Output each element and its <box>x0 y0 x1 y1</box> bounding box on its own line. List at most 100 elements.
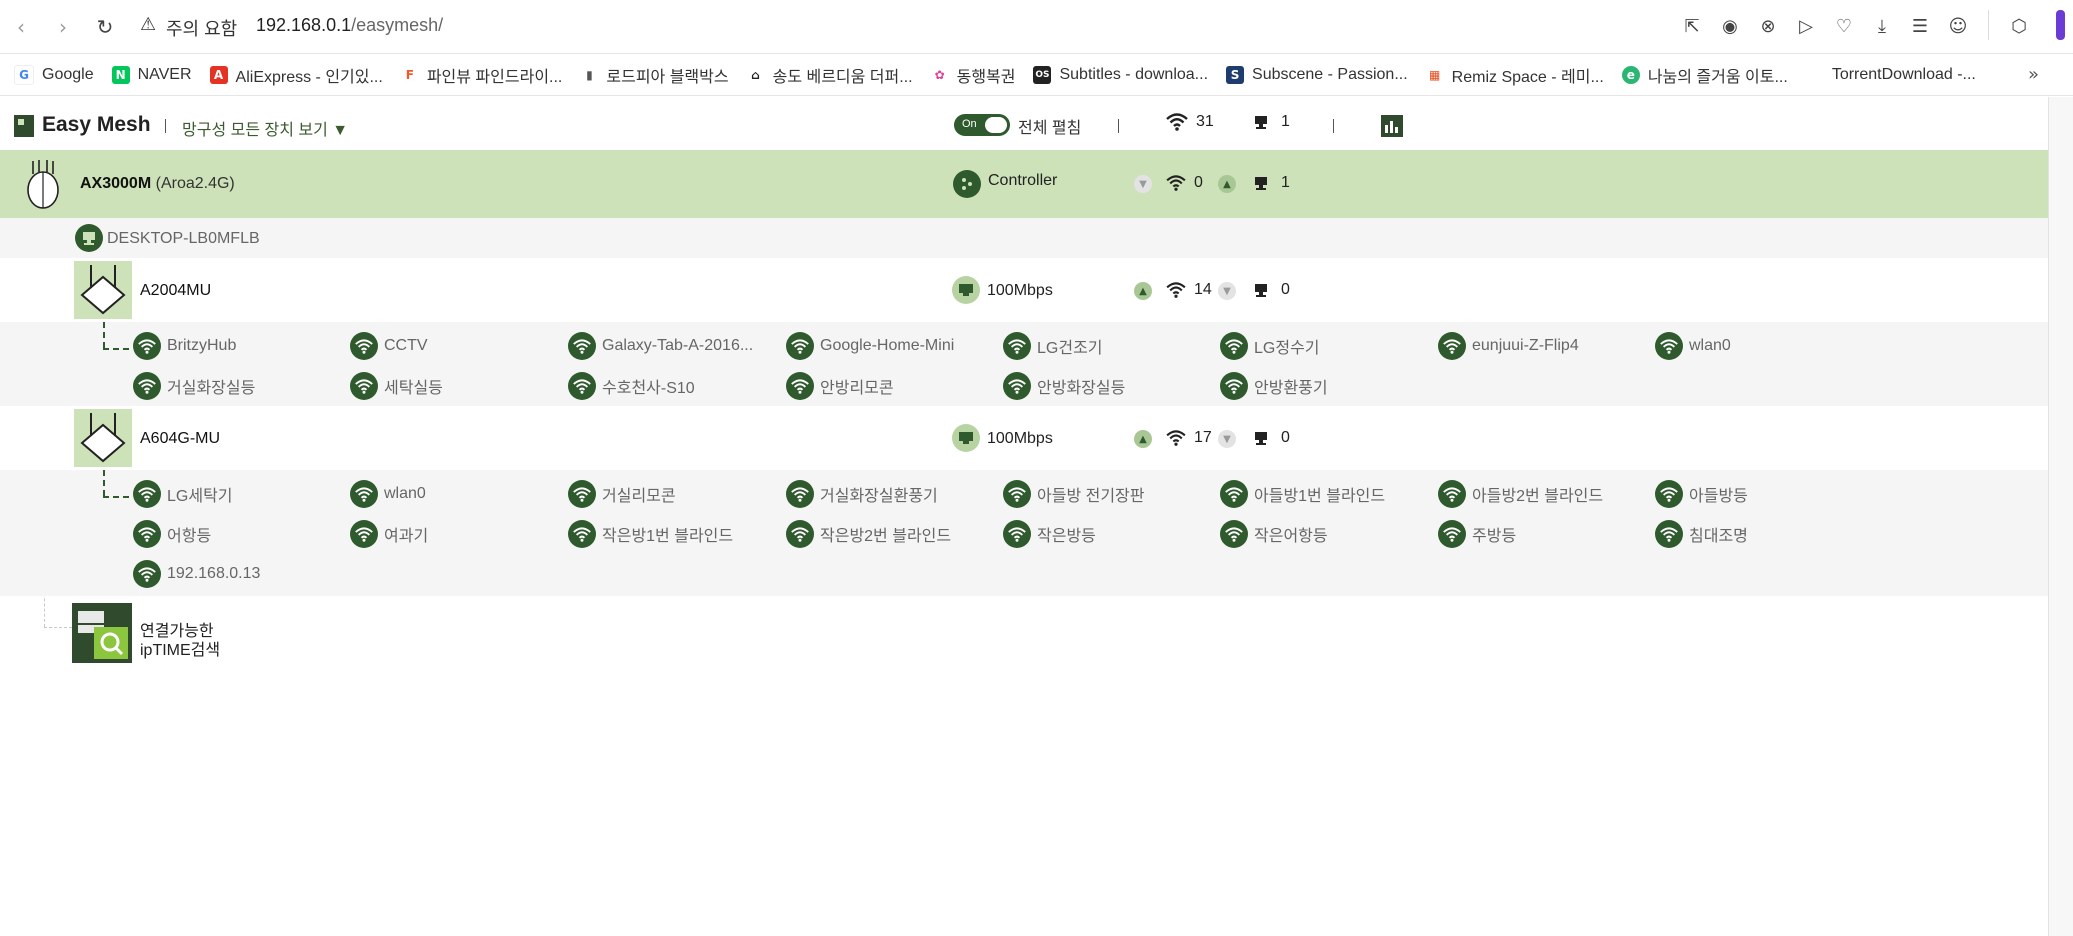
agent-row-a604g-mu[interactable]: A604G-MU 100Mbps ▲ 17 ▼ 0 <box>0 406 2048 470</box>
bookmark-remiz[interactable]: ▦ Remiz Space - 레미... <box>1426 63 1604 87</box>
wifi-client[interactable]: 작은어항등 <box>1220 520 1328 548</box>
wifi-client[interactable]: 침대조명 <box>1655 520 1748 548</box>
app-title: Easy Mesh <box>42 113 151 136</box>
bookmarks-overflow-icon[interactable]: » <box>2028 64 2039 85</box>
bookmark-verdium[interactable]: ⌂ 송도 베르디움 더퍼... <box>747 63 912 87</box>
wifi-client[interactable]: 192.168.0.13 <box>133 560 260 588</box>
statistics-chart-icon[interactable] <box>1381 115 1403 137</box>
share-icon[interactable]: ⇱ <box>1678 10 1706 42</box>
agent-row-a2004mu[interactable]: A2004MU 100Mbps ▲ 14 ▼ 0 <box>0 258 2048 322</box>
wifi-client-name: 거실화장실등 <box>167 380 256 397</box>
bookmark-google[interactable]: G Google <box>14 64 94 85</box>
wifi-client[interactable]: 안방환풍기 <box>1220 372 1328 400</box>
wifi-client-name: CCTV <box>384 337 428 354</box>
wifi-icon <box>1003 372 1031 400</box>
bookmark-aliexpress[interactable]: A AliExpress - 인기있... <box>209 63 383 87</box>
warning-icon[interactable]: ⚠ <box>140 14 156 35</box>
wifi-client[interactable]: 아들방등 <box>1655 480 1748 508</box>
view-all-devices-dropdown[interactable]: 망구성 모든 장치 보기 ▼ <box>182 116 348 140</box>
wifi-client-name: 여과기 <box>384 528 429 545</box>
expand-all-toggle[interactable]: On <box>954 114 1010 136</box>
controller-name[interactable]: AX3000M (Aroa2.4G) <box>80 175 235 193</box>
ethernet-icon <box>952 424 980 452</box>
controller-row[interactable]: AX3000M (Aroa2.4G) Controller ▼ 0 ▲ 1 <box>0 150 2048 218</box>
url-field[interactable]: 192.168.0.1/easymesh/ <box>256 15 443 36</box>
expand-arrow-icon[interactable]: ▲ <box>1134 282 1152 300</box>
wifi-client[interactable]: 여과기 <box>350 520 428 548</box>
agent-clients-a2004mu: BritzyHub CCTV Galaxy-Tab-A-2016... Google-… <box>0 322 2048 406</box>
wifi-client[interactable]: LG세탁기 <box>133 480 233 508</box>
wifi-client[interactable]: 작은방등 <box>1003 520 1096 548</box>
wifi-client[interactable]: BritzyHub <box>133 332 236 360</box>
wifi-client[interactable]: 어항등 <box>133 520 211 548</box>
bookmark-fineview[interactable]: F 파인뷰 파인드라이... <box>401 63 563 87</box>
wifi-client[interactable]: CCTV <box>350 332 428 360</box>
wired-client-row[interactable]: DESKTOP-LB0MFLB <box>0 218 2048 258</box>
expand-arrow-icon[interactable]: ▲ <box>1218 175 1236 193</box>
wifi-client[interactable]: 아들방 전기장판 <box>1003 480 1145 508</box>
controller-wifi-count: 0 <box>1194 174 1203 191</box>
expand-arrow-icon[interactable]: ▲ <box>1134 430 1152 448</box>
wifi-client[interactable]: wlan0 <box>1655 332 1731 360</box>
wifi-client[interactable]: Google-Home-Mini <box>786 332 954 360</box>
toggle-on-label: On <box>962 118 977 130</box>
bookmark-etoland[interactable]: e 나눔의 즐거움 이토... <box>1621 63 1788 87</box>
bookmark-label: AliExpress - 인기있... <box>235 68 383 86</box>
reload-icon[interactable]: ↻ <box>90 12 120 42</box>
wifi-client[interactable]: 작은방1번 블라인드 <box>568 520 733 548</box>
wifi-client-name: 192.168.0.13 <box>167 565 261 582</box>
wifi-client-name: 작은방등 <box>1037 528 1096 545</box>
page-scrollbar[interactable] <box>2048 97 2073 936</box>
blank-favicon <box>1806 66 1824 84</box>
download-icon[interactable]: ⤓ <box>1868 10 1896 42</box>
pc-icon <box>1255 432 1267 445</box>
bookmark-opensubtitles[interactable]: OS Subtitles - downloa... <box>1033 65 1208 84</box>
wifi-client[interactable]: 아들방1번 블라인드 <box>1220 480 1385 508</box>
search-iptime-label[interactable]: 연결가능한 ipTIME검색 <box>140 622 220 660</box>
bookmark-torrentdownload[interactable]: TorrentDownload -... <box>1806 66 1976 84</box>
profile-icon[interactable]: ☺ <box>1944 10 1972 42</box>
extension-icon[interactable]: ⬡ <box>2005 10 2033 42</box>
wifi-client[interactable]: 거실리모콘 <box>568 480 676 508</box>
security-label[interactable]: 주의 요함 <box>166 15 237 41</box>
agent-clients-a604g-mu: LG세탁기 wlan0 거실리모콘 거실화장실환풍기 아들방 전기장판 아들방1번 블라인… <box>0 470 2048 596</box>
back-icon[interactable]: ‹ <box>6 12 36 42</box>
wifi-client[interactable]: 거실화장실등 <box>133 372 255 400</box>
forward-icon[interactable]: › <box>48 12 78 42</box>
sidebar-accent[interactable] <box>2056 10 2065 40</box>
wifi-client[interactable]: 세탁실등 <box>350 372 443 400</box>
wifi-client[interactable]: 거실화장실환풍기 <box>786 480 938 508</box>
heart-icon[interactable]: ♡ <box>1830 10 1858 42</box>
wifi-client-name: 침대조명 <box>1689 528 1748 545</box>
camera-icon[interactable]: ◉ <box>1716 10 1744 42</box>
collapse-arrow-icon[interactable]: ▼ <box>1134 175 1152 193</box>
wifi-client[interactable]: 주방등 <box>1438 520 1516 548</box>
bookmark-subscene[interactable]: S Subscene - Passion... <box>1226 65 1408 84</box>
wifi-icon <box>1220 372 1248 400</box>
pc-icon <box>1255 177 1267 190</box>
wifi-client[interactable]: LG건조기 <box>1003 332 1103 360</box>
wifi-client[interactable]: Galaxy-Tab-A-2016... <box>568 332 753 360</box>
block-icon[interactable]: ⊗ <box>1754 10 1782 42</box>
wifi-client[interactable]: 수호천사-S10 <box>568 372 695 400</box>
wifi-client[interactable]: eunjuui-Z-Flip4 <box>1438 332 1579 360</box>
wifi-icon <box>133 520 161 548</box>
wifi-client[interactable]: 안방화장실등 <box>1003 372 1125 400</box>
bookmark-roadpia[interactable]: ▮ 로드피아 블랙박스 <box>580 63 729 87</box>
router-icon <box>74 409 132 467</box>
wifi-client[interactable]: 작은방2번 블라인드 <box>786 520 951 548</box>
collapse-arrow-icon[interactable]: ▼ <box>1218 282 1236 300</box>
wifi-client[interactable]: 안방리모콘 <box>786 372 894 400</box>
menu-icon[interactable]: ☰ <box>1906 10 1934 42</box>
search-iptime-icon[interactable] <box>72 603 132 663</box>
collapse-arrow-icon[interactable]: ▼ <box>1218 430 1236 448</box>
bookmarks-bar: G Google N NAVER A AliExpress - 인기있... F 파인뷰… <box>0 54 2073 96</box>
router-icon <box>27 160 59 209</box>
wifi-client[interactable]: 아들방2번 블라인드 <box>1438 480 1603 508</box>
wifi-client[interactable]: LG정수기 <box>1220 332 1320 360</box>
wifi-client[interactable]: wlan0 <box>350 480 426 508</box>
play-icon[interactable]: ▷ <box>1792 10 1820 42</box>
controller-wifi-stat: 0 <box>1166 174 1203 192</box>
bookmark-naver[interactable]: N NAVER <box>111 65 192 84</box>
bookmark-lottery[interactable]: ✿ 동행복권 <box>931 63 1016 87</box>
